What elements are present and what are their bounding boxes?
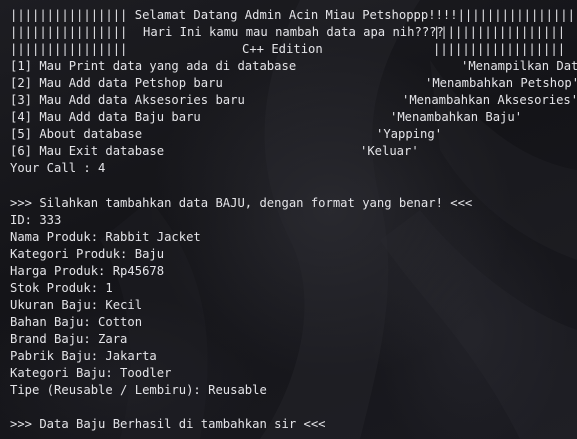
menu-item-2: [2] Mau Add data Petshop baru 'Menambahk… <box>10 75 577 92</box>
menu-tag: 'Yapping' <box>376 127 443 142</box>
field-stok-produk: Stok Produk: 1 <box>10 280 113 295</box>
field-kategori-baju: Kategori Baju: Toodler <box>10 365 172 380</box>
menu-item-3: [3] Mau Add data Aksesories baru 'Menamb… <box>10 92 577 109</box>
field-bahan-baju: Bahan Baju: Cotton <box>10 314 143 329</box>
menu-tag: 'Menambahkan Baju' <box>390 110 523 125</box>
banner-subtitle: Hari Ini kamu mau nambah data apa nih???… <box>143 25 444 40</box>
field-tipe: Tipe (Reusable / Lembiru): Reusable <box>10 383 267 398</box>
menu-item-1: [1] Mau Print data yang ada di database … <box>10 58 577 75</box>
menu-tag: 'Menambahkan Petshop' <box>425 76 577 91</box>
result-message: >>> Data Baju Berhasil di tambahkan sir … <box>10 417 326 432</box>
field-brand-baju: Brand Baju: Zara <box>10 331 128 346</box>
field-pabrik-baju: Pabrik Baju: Jakarta <box>10 348 157 363</box>
banner-line-2: |||||||||||||||| Hari Ini kamu mau namba… <box>10 24 570 41</box>
menu-tag: 'Keluar' <box>360 144 419 159</box>
menu-item-6: [6] Mau Exit database 'Keluar' <box>10 143 570 160</box>
field-harga-produk: Harga Produk: Rp45678 <box>10 263 165 278</box>
banner-line-1: |||||||||||||||| Selamat Datang Admin Ac… <box>10 8 577 22</box>
field-id: ID: 333 <box>10 212 62 227</box>
banner-line-3: |||||||||||||||| C++ Edition |||||||||||… <box>10 41 570 58</box>
field-ukuran-baju: Ukuran Baju: Kecil <box>10 297 143 312</box>
terminal-window[interactable]: |||||||||||||||| Selamat Datang Admin Ac… <box>0 0 577 439</box>
menu-item-5: [5] About database 'Yapping' <box>10 126 570 143</box>
console-output: |||||||||||||||| Selamat Datang Admin Ac… <box>10 7 577 433</box>
input-prompt[interactable]: Your Call : 4 <box>10 160 570 177</box>
form-header: >>> Silahkan tambahkan data BAJU, dengan… <box>10 195 473 210</box>
menu-item-4: [4] Mau Add data Baju baru 'Menambahkan … <box>10 109 570 126</box>
banner-edition: C++ Edition <box>242 42 323 57</box>
menu-tag: 'Menambahkan Aksesories' <box>402 93 577 108</box>
field-nama-produk: Nama Produk: Rabbit Jacket <box>10 229 201 244</box>
menu-tag: 'Menampilkan Data' <box>461 59 577 74</box>
field-kategori-produk: Kategori Produk: Baju <box>10 246 165 261</box>
